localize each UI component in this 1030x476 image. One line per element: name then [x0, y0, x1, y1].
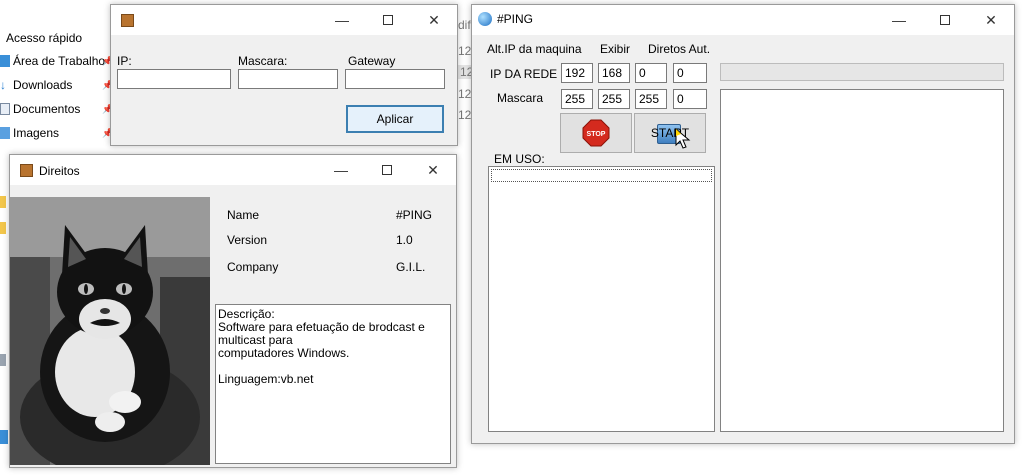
mask-octet-4[interactable]: 0 [673, 89, 707, 109]
quick-access-item-pictures[interactable]: Imagens 📌 [0, 122, 113, 144]
list-focus-row [491, 169, 712, 182]
maximize-icon [382, 165, 392, 175]
maximize-button[interactable] [364, 155, 410, 185]
quick-access-item-downloads[interactable]: ↓ Downloads 📌 [0, 74, 113, 96]
menu-diretos-aut[interactable]: Diretos Aut. [648, 42, 710, 56]
maximize-button[interactable] [922, 5, 968, 35]
folder-icon [0, 196, 6, 208]
pictures-icon [0, 127, 10, 139]
network-ip-octet-2[interactable]: 168 [598, 63, 630, 83]
company-label: Company [227, 260, 279, 274]
apply-button[interactable]: Aplicar [346, 105, 444, 133]
menu-exibir[interactable]: Exibir [600, 42, 630, 56]
background-column-text: 12 [458, 108, 472, 122]
background-column-text: 12 [458, 87, 472, 101]
minimize-button[interactable]: — [876, 5, 922, 35]
mask-octet-1[interactable]: 255 [561, 89, 593, 109]
globe-icon [478, 12, 492, 26]
window-title: Direitos [39, 164, 80, 178]
quick-access-item-label: Documentos [13, 102, 81, 116]
in-use-listbox[interactable] [488, 166, 715, 432]
version-label: Version [227, 233, 268, 247]
close-icon: ✕ [428, 11, 440, 28]
minimize-button[interactable]: — [318, 155, 364, 185]
background-column-text: 12 [458, 44, 472, 58]
network-ip-octet-3[interactable]: 0 [635, 63, 667, 83]
ip-config-window: — ✕ IP: Mascara: Gateway Aplicar [110, 4, 458, 146]
mask-octet-2[interactable]: 255 [598, 89, 630, 109]
mask-label: Mascara [497, 91, 544, 105]
menu-alt-ip[interactable]: Alt.IP da maquina [487, 42, 582, 56]
quick-access-item-label: Área de Trabalho [13, 54, 106, 68]
progress-bar [720, 63, 1004, 81]
mask-input[interactable] [238, 69, 338, 89]
network-ip-octet-4[interactable]: 0 [673, 63, 707, 83]
about-window: Direitos — ✕ Name #PING Version 1.0 Comp… [9, 154, 457, 468]
minimize-icon: — [335, 12, 349, 28]
ping-titlebar[interactable]: #PING — ✕ [472, 5, 1014, 35]
network-ip-label: IP DA REDE [490, 67, 558, 81]
minimize-button[interactable]: — [319, 5, 365, 35]
close-button[interactable]: ✕ [968, 5, 1014, 35]
close-icon: ✕ [985, 11, 997, 28]
quick-access-item-desktop[interactable]: Área de Trabalho 📌 [0, 50, 113, 72]
gateway-label: Gateway [348, 54, 396, 68]
quick-access-item-documents[interactable]: Documentos 📌 [0, 98, 113, 120]
network-icon [0, 430, 8, 444]
cat-photo [10, 197, 210, 465]
desktop-folder-icon [0, 55, 10, 67]
stop-sign-icon: STOP [582, 119, 610, 147]
folder-icon [0, 222, 6, 234]
close-button[interactable]: ✕ [410, 155, 456, 185]
minimize-icon: — [334, 162, 348, 178]
mask-octet-3[interactable]: 255 [635, 89, 667, 109]
network-ip-octet-1[interactable]: 192 [561, 63, 593, 83]
app-icon [121, 14, 134, 27]
results-listbox[interactable] [720, 89, 1004, 432]
stop-sign-label: STOP [587, 131, 606, 138]
mouse-cursor-icon [675, 128, 691, 149]
ip-label: IP: [117, 54, 132, 68]
quick-access-item-label: Imagens [13, 126, 60, 140]
stop-button[interactable]: STOP [560, 113, 632, 153]
mask-label: Mascara: [238, 54, 288, 68]
document-icon [0, 103, 10, 115]
maximize-button[interactable] [365, 5, 411, 35]
drive-icon [0, 354, 6, 366]
maximize-icon [940, 15, 950, 25]
close-icon: ✕ [427, 161, 439, 178]
ping-window: #PING — ✕ Alt.IP da maquina Exibir Diret… [471, 4, 1015, 444]
name-label: Name [227, 208, 260, 222]
maximize-icon [383, 15, 393, 25]
minimize-icon: — [892, 12, 906, 28]
download-arrow-icon: ↓ [0, 78, 6, 92]
ip-config-titlebar[interactable]: — ✕ [111, 5, 457, 35]
close-button[interactable]: ✕ [411, 5, 457, 35]
in-use-label: EM USO: [494, 152, 545, 166]
quick-access-item-label: Downloads [13, 78, 73, 92]
description-textbox[interactable]: Descrição: Software para efetuação de br… [215, 304, 451, 464]
app-icon [20, 164, 33, 177]
quick-access-label[interactable]: Acesso rápido [6, 31, 82, 45]
window-title: #PING [497, 12, 534, 26]
about-titlebar[interactable]: Direitos — ✕ [10, 155, 456, 185]
version-value: 1.0 [396, 233, 413, 247]
company-value: G.I.L. [396, 260, 426, 274]
gateway-input[interactable] [345, 69, 445, 89]
ip-input[interactable] [117, 69, 231, 89]
start-button[interactable]: START [634, 113, 706, 153]
background-column-text: dif [458, 18, 471, 32]
name-value: #PING [396, 208, 433, 222]
